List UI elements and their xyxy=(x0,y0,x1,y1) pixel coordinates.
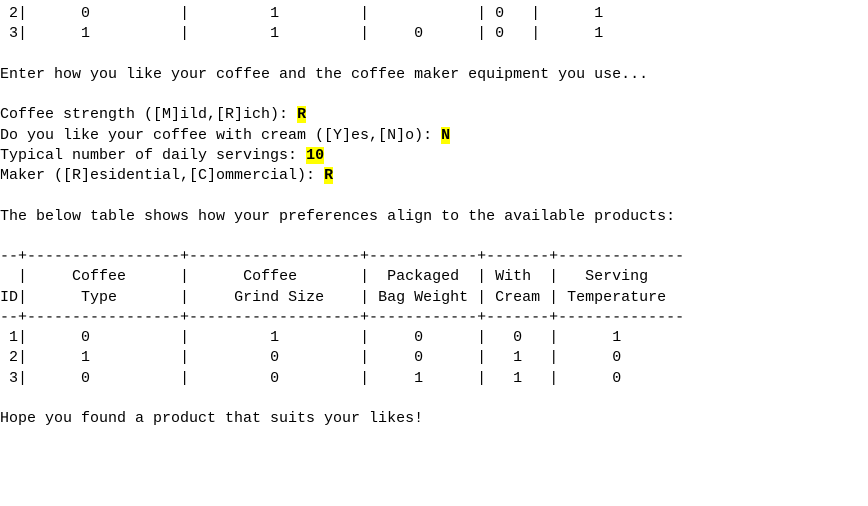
input-strength[interactable]: R xyxy=(297,106,306,123)
input-maker[interactable]: R xyxy=(324,167,333,184)
table-intro: The below table shows how your preferenc… xyxy=(0,208,675,225)
table-header-line2: ID| Type | Grind Size | Bag Weight | Cre… xyxy=(0,289,666,306)
table-divider-top: --+-----------------+-------------------… xyxy=(0,248,684,265)
terminal-output: 2| 0 | 1 | | 0 | 1 3| 1 | 1 | 0 | 0 | 1 … xyxy=(0,0,868,437)
table-divider-mid: --+-----------------+-------------------… xyxy=(0,309,684,326)
input-cream[interactable]: N xyxy=(441,127,450,144)
intro-line: Enter how you like your coffee and the c… xyxy=(0,66,648,83)
table-row: 2| 1 | 0 | 0 | 1 | 0 xyxy=(0,349,621,366)
prompt-maker: Maker ([R]esidential,[C]ommercial): R xyxy=(0,167,333,184)
table-row: 3| 0 | 0 | 1 | 1 | 0 xyxy=(0,370,621,387)
partial-row-b: 3| 1 | 1 | 0 | 0 | 1 xyxy=(0,25,603,42)
partial-row-a: 2| 0 | 1 | | 0 | 1 xyxy=(0,5,603,22)
table-row: 1| 0 | 1 | 0 | 0 | 1 xyxy=(0,329,621,346)
input-servings[interactable]: 10 xyxy=(306,147,324,164)
table-header-line1: | Coffee | Coffee | Packaged | With | Se… xyxy=(0,268,648,285)
closing-line: Hope you found a product that suits your… xyxy=(0,410,423,427)
prompt-cream: Do you like your coffee with cream ([Y]e… xyxy=(0,127,450,144)
prompt-strength: Coffee strength ([M]ild,[R]ich): R xyxy=(0,106,306,123)
prompt-servings: Typical number of daily servings: 10 xyxy=(0,147,324,164)
